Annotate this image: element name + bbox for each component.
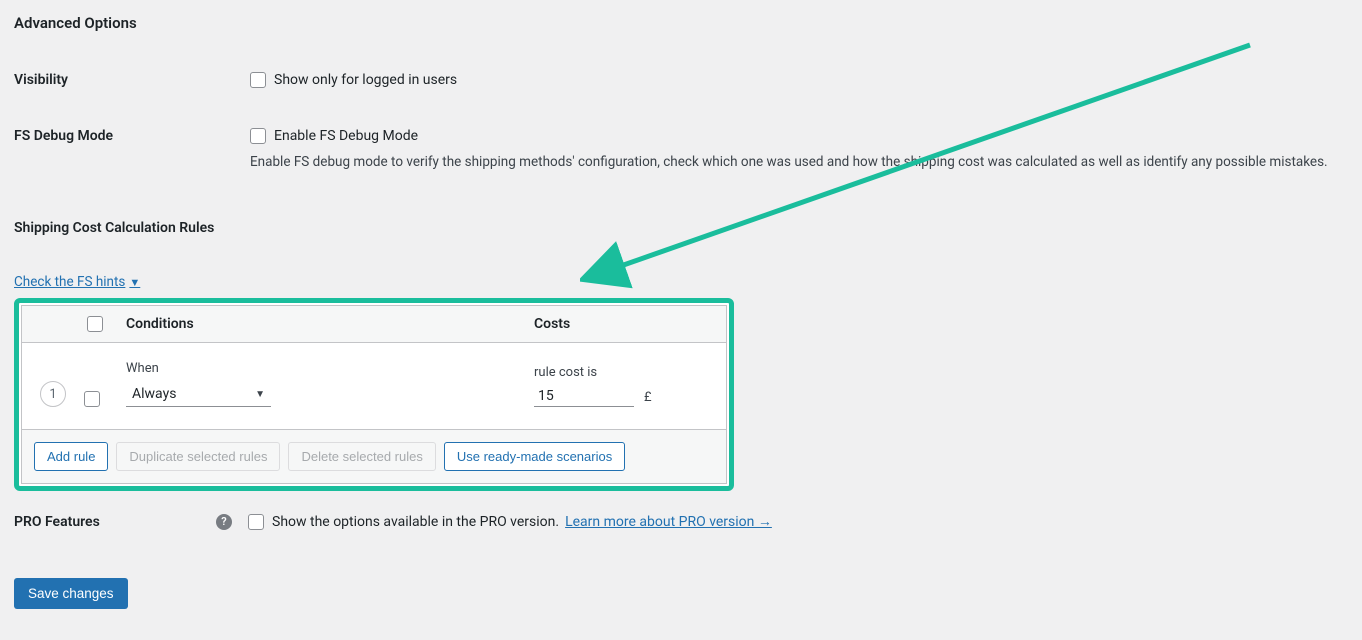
visibility-checkbox[interactable] [250,72,266,88]
debug-checkbox-label: Enable FS Debug Mode [274,128,418,144]
delete-rules-button[interactable]: Delete selected rules [288,442,435,471]
rule-row: 1 When Always ▼ rule cost is 15 £ [22,343,726,430]
chevron-down-icon: ▼ [255,389,265,400]
debug-checkbox[interactable] [250,128,266,144]
when-select[interactable]: Always ▼ [126,382,271,407]
section-title: Advanced Options [14,14,1348,32]
rules-label-row: Shipping Cost Calculation Rules [14,220,1348,236]
visibility-checkbox-label: Show only for logged in users [274,72,457,88]
header-conditions: Conditions [112,316,534,332]
visibility-label: Visibility [14,72,250,88]
select-all-checkbox[interactable] [87,316,103,332]
debug-row: FS Debug Mode Enable FS Debug Mode Enabl… [14,128,1348,170]
rules-footer: Add rule Duplicate selected rules Delete… [22,430,726,483]
cost-input[interactable]: 15 [534,386,634,407]
header-costs: Costs [534,316,714,332]
rules-header: Conditions Costs [22,306,726,343]
pro-label: PRO Features [14,514,216,530]
currency-symbol: £ [644,390,652,407]
rule-checkbox[interactable] [84,391,100,407]
when-label: When [126,361,534,376]
rules-panel: Conditions Costs 1 When Always ▼ rule co… [14,298,734,491]
chevron-down-icon: ▼ [129,276,140,289]
save-button[interactable]: Save changes [14,578,128,609]
hints-link-text: Check the FS hints [14,274,125,290]
hints-link[interactable]: Check the FS hints ▼ [14,274,140,290]
visibility-row: Visibility Show only for logged in users [14,72,1348,88]
debug-label: FS Debug Mode [14,128,250,144]
cost-label: rule cost is [534,365,714,380]
rules-label: Shipping Cost Calculation Rules [14,220,250,236]
debug-help-text: Enable FS debug mode to verify the shipp… [250,154,1348,170]
when-select-value: Always [132,386,176,402]
scenarios-button[interactable]: Use ready-made scenarios [444,442,625,471]
rule-index-badge: 1 [40,381,66,407]
pro-row: PRO Features ? Show the options availabl… [14,513,1348,530]
pro-checkbox[interactable] [248,514,264,530]
pro-learn-more-link[interactable]: Learn more about PRO version → [565,513,772,530]
help-icon[interactable]: ? [216,514,232,530]
duplicate-rules-button[interactable]: Duplicate selected rules [116,442,280,471]
add-rule-button[interactable]: Add rule [34,442,108,471]
pro-checkbox-label: Show the options available in the PRO ve… [272,514,559,530]
